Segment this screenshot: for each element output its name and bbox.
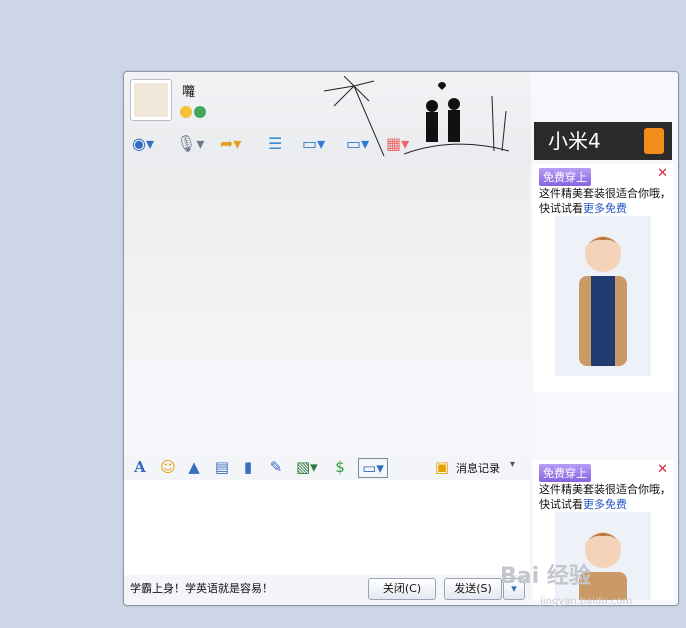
ad-more-link[interactable]: 更多免费 — [583, 498, 627, 511]
send-button[interactable]: 发送(S) — [444, 578, 502, 600]
close-icon[interactable]: ✕ — [657, 462, 668, 477]
ad-tag[interactable]: 免费穿上 — [539, 168, 591, 186]
baidu-watermark: Bai 经验 — [500, 564, 591, 589]
emoji-icon[interactable]: ☺ — [158, 458, 178, 476]
contact-avatar[interactable] — [130, 79, 172, 121]
xiaomi-banner[interactable]: 小米4 — [534, 122, 672, 160]
screen-capture-icon[interactable]: ▭▾ — [358, 458, 388, 478]
share-screen-icon[interactable]: ▭▾ — [346, 132, 369, 154]
vip-star-icon — [180, 106, 192, 118]
voice-call-icon[interactable]: 🎙▾ — [176, 132, 204, 154]
send-file-icon[interactable]: ➦▾ — [220, 132, 241, 154]
ad-sidebar: 小米4 免费穿上 ✕ 这件精美套装很适合你哦，快试试看更多免费 免费穿上 ✕ 这… — [531, 72, 678, 605]
close-button[interactable]: 关闭(C) — [368, 578, 436, 600]
font-icon[interactable]: A — [130, 458, 150, 476]
message-input[interactable] — [124, 480, 530, 575]
create-discussion-icon[interactable]: ☰ — [268, 132, 282, 154]
ad-text: 这件精美套装很适合你哦，快试试看更多免费 — [539, 482, 671, 512]
xiaomi-banner-text: 小米4 — [548, 129, 601, 153]
doodle-icon[interactable]: ✎ — [266, 458, 286, 476]
ad-card-1[interactable]: 免费穿上 ✕ 这件精美套装很适合你哦，快试试看更多免费 — [533, 164, 674, 392]
ad-more-link[interactable]: 更多免费 — [583, 202, 627, 215]
history-dropdown-icon[interactable]: ▾ — [510, 459, 515, 470]
apps-icon[interactable]: ▦▾ — [386, 132, 409, 154]
ad-tag[interactable]: 免费穿上 — [539, 464, 591, 482]
chat-window: 囖 ▣ — □ ✕ ◉▾ 🎙▾ ➦▾ ☰ ▭▾ ▭▾ ▦▾ A ☺ ▲ ▤ ▮ … — [123, 71, 679, 606]
header-decoration — [323, 76, 510, 157]
ad-text: 这件精美套装很适合你哦，快试试看更多免费 — [539, 186, 671, 216]
screenshot-icon[interactable]: ▤ — [212, 458, 232, 476]
history-label[interactable]: 消息记录 — [456, 460, 500, 476]
input-text: 学霸上身！学英语就是容易！ — [130, 582, 273, 595]
voice-message-icon[interactable]: ▮ — [238, 458, 258, 476]
input-toolbar: A ☺ ▲ ▤ ▮ ✎ ▧▾ $ ▭▾ ▣ 消息记录 ▾ — [124, 454, 530, 480]
remote-assist-icon[interactable]: ▭▾ — [302, 132, 325, 154]
wizard-icon[interactable]: ▲ — [184, 458, 204, 476]
close-icon[interactable]: ✕ — [657, 166, 668, 181]
video-call-icon[interactable]: ◉▾ — [132, 132, 154, 154]
gift-icon[interactable]: $ — [330, 458, 350, 476]
history-icon[interactable]: ▣ — [432, 458, 452, 476]
online-status-icon — [194, 106, 206, 118]
baidu-watermark-url: jingyan.baidu.com — [540, 596, 633, 607]
image-icon[interactable]: ▧▾ — [296, 458, 318, 476]
message-history-area[interactable] — [124, 164, 530, 454]
status-icons — [180, 106, 208, 121]
ad-character-image[interactable] — [555, 216, 651, 376]
contact-name[interactable]: 囖 — [182, 81, 195, 100]
phone-image — [644, 128, 664, 154]
